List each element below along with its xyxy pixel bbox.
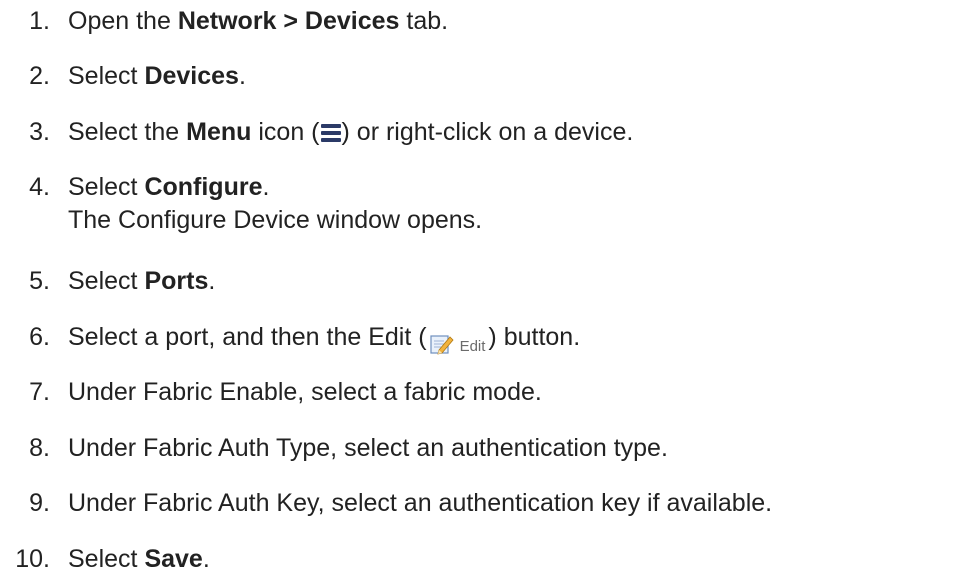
step-text: Under Fabric Auth Type, select an authen… <box>68 434 668 462</box>
step-text-post: . <box>262 173 270 201</box>
step-text: Select the Menu icon ( ) or right-click o… <box>68 116 633 149</box>
edit-button-image: Edit <box>426 332 489 362</box>
step-text-pre: Select <box>68 173 145 201</box>
ui-label-devices: Devices <box>144 62 239 90</box>
step-number: 2. <box>29 62 50 90</box>
step-text: Under Fabric Enable, select a fabric mod… <box>68 378 542 406</box>
step-number: 3. <box>29 118 50 146</box>
ui-label-configure: Configure <box>144 173 263 201</box>
step-text: Select Save. <box>68 543 210 576</box>
step-text: Select Configure. The Configure Device wi… <box>68 171 482 237</box>
step-number: 10. <box>15 545 50 573</box>
ui-path-network-devices: Network > Devices <box>177 7 400 35</box>
ui-label-save: Save <box>144 545 203 573</box>
step-result-text: The Configure Device window opens. <box>68 206 483 234</box>
step-text-pre: Open the <box>68 7 178 35</box>
step-number: 9. <box>29 489 50 517</box>
step-number: 6. <box>29 323 50 351</box>
step-text-pre: Select <box>68 62 145 90</box>
step-number: 8. <box>29 434 50 462</box>
step-text-pre: Select <box>68 545 145 573</box>
step-number: 4. <box>29 173 50 201</box>
ui-label-menu: Menu <box>186 118 252 146</box>
step-text-post: ) or right-click on a device. <box>341 118 634 146</box>
step-text: Open the Network > Devices tab. <box>68 5 448 38</box>
step-text: Select a port, and then the Edit ( Edit) … <box>68 321 580 362</box>
step-text-pre: Select the <box>68 118 187 146</box>
step-text: Under Fabric Auth Key, select an authent… <box>68 489 773 517</box>
step-text-post: . <box>202 545 210 573</box>
step-text-post: ) button. <box>488 323 581 351</box>
step-text: Select Ports. <box>68 265 215 298</box>
step-number: 7. <box>29 378 50 406</box>
step-text-mid: icon ( <box>251 118 320 146</box>
step-text-pre: Select <box>68 267 145 295</box>
edit-pencil-icon <box>429 335 454 355</box>
ui-label-ports: Ports <box>144 267 209 295</box>
step-text: Select Devices. <box>68 60 246 93</box>
edit-button-label: Edit <box>459 338 486 355</box>
step-text-post: . <box>238 62 246 90</box>
step-text-post: . <box>208 267 216 295</box>
hamburger-menu-icon <box>320 119 342 142</box>
step-number: 1. <box>29 7 50 35</box>
step-text-post: tab. <box>399 7 449 35</box>
step-number: 5. <box>29 267 50 295</box>
step-text-pre: Select a port, and then the Edit ( <box>68 323 427 351</box>
